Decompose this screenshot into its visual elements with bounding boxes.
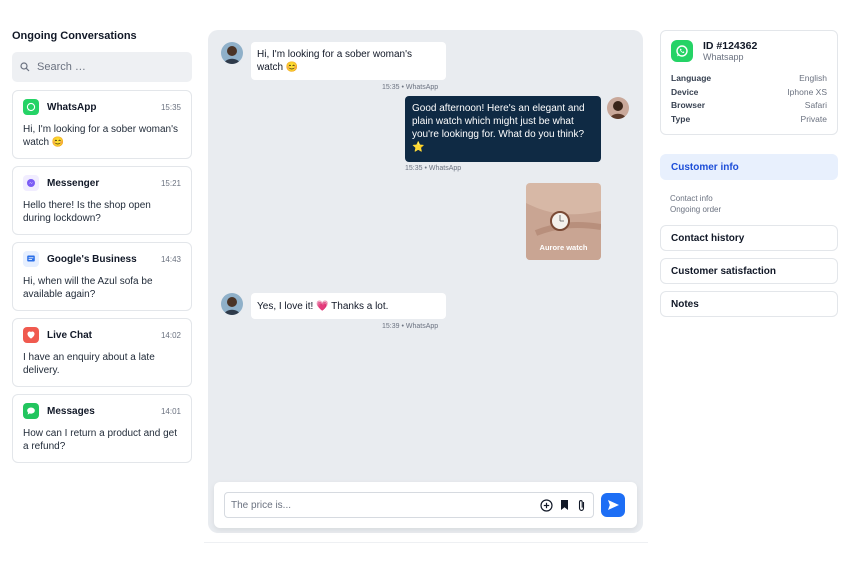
whatsapp-icon — [23, 99, 39, 115]
conversation-preview: I have an enquiry about a late delivery. — [23, 352, 155, 376]
conversation-item-google-business[interactable]: Google's Business 14:43 Hi, when will th… — [12, 242, 192, 311]
conversation-time: 15:35 — [160, 102, 181, 112]
conversation-channel: Live Chat — [47, 329, 93, 341]
search-placeholder: Search … — [37, 61, 86, 73]
whatsapp-icon — [671, 40, 693, 62]
conversation-item-live-chat[interactable]: Live Chat 14:02 I have an enquiry about … — [12, 318, 192, 387]
conversation-time: 14:02 — [160, 330, 181, 340]
send-icon — [607, 500, 619, 510]
send-button[interactable] — [601, 493, 625, 517]
live-chat-icon — [23, 327, 39, 343]
contact-history-tab[interactable]: Contact history — [660, 225, 838, 251]
search-icon — [20, 62, 30, 72]
field-label: Type — [671, 113, 691, 124]
customer-field-device: Device Iphone XS — [671, 86, 827, 100]
ongoing-order-link[interactable]: Ongoing order — [670, 204, 828, 215]
customer-card: ID #124362 Whatsapp Language English Dev… — [660, 30, 838, 135]
customer-satisfaction-tab[interactable]: Customer satisfaction — [660, 258, 838, 284]
customer-channel: Whatsapp — [703, 52, 744, 62]
conversation-time: 14:01 — [160, 406, 181, 416]
message-bubble-outgoing: Good afternoon! Here's an elegant and pl… — [405, 96, 601, 162]
customer-avatar — [221, 293, 243, 315]
product-image[interactable]: Aurore watch — [526, 183, 601, 260]
message-meta: 15:39 • WhatsApp — [382, 323, 439, 330]
field-label: Language — [671, 73, 712, 83]
google-business-icon — [23, 251, 39, 267]
customer-info-content: Contact info Ongoing order — [660, 187, 838, 225]
bookmark-icon[interactable] — [559, 499, 570, 511]
conversation-time: 15:21 — [160, 178, 181, 188]
conversation-preview: Hi, when will the Azul sofa be available… — [23, 276, 153, 300]
chat-panel: Hi, I'm looking for a sober woman's watc… — [208, 30, 643, 533]
field-value: Safari — [804, 100, 827, 110]
message-bubble-incoming: Yes, I love it! 💗 Thanks a lot. — [251, 293, 446, 319]
conversation-channel: WhatsApp — [47, 101, 97, 113]
divider — [204, 542, 648, 543]
add-icon[interactable] — [540, 498, 553, 512]
conversation-list: Ongoing Conversations Search … WhatsApp … — [12, 30, 192, 470]
field-value: Iphone XS — [787, 86, 827, 97]
conversation-channel: Google's Business — [47, 253, 137, 265]
conversation-channel: Messages — [47, 405, 95, 417]
conversation-channel: Messenger — [47, 177, 100, 189]
conversation-list-title: Ongoing Conversations — [12, 30, 137, 42]
message-composer: The price is... — [214, 482, 637, 528]
message-bubble-incoming: Hi, I'm looking for a sober woman's watc… — [251, 42, 446, 80]
field-label: Browser — [671, 100, 706, 110]
attachment-icon[interactable] — [576, 499, 587, 512]
message-input[interactable]: The price is... — [224, 492, 594, 518]
conversation-item-messages[interactable]: Messages 14:01 How can I return a produc… — [12, 394, 192, 463]
product-image-caption: Aurore watch — [539, 243, 588, 252]
search-input[interactable]: Search … — [12, 52, 192, 82]
conversation-preview: Hi, I'm looking for a sober woman's watc… — [23, 124, 178, 148]
conversation-item-whatsapp[interactable]: WhatsApp 15:35 Hi, I'm looking for a sob… — [12, 90, 192, 159]
field-value: English — [799, 73, 827, 83]
message-meta: 15:35 • WhatsApp — [382, 84, 439, 91]
customer-field-browser: Browser Safari — [671, 99, 827, 113]
field-value: Private — [800, 113, 827, 124]
page: Ongoing Conversations Search … WhatsApp … — [0, 0, 850, 567]
messenger-icon — [23, 175, 39, 191]
agent-avatar — [607, 97, 629, 119]
conversation-preview: How can I return a product and get a ref… — [23, 428, 177, 452]
conversation-preview: Hello there! Is the shop open during loc… — [23, 200, 151, 224]
customer-avatar — [221, 42, 243, 64]
message-meta: 15:35 • WhatsApp — [405, 165, 462, 172]
conversation-time: 14:43 — [160, 254, 181, 264]
notes-tab[interactable]: Notes — [660, 291, 838, 317]
details-accordion: Customer info Contact info Ongoing order… — [660, 154, 838, 317]
message-input-placeholder: The price is... — [231, 499, 292, 511]
customer-id: ID #124362 — [703, 40, 758, 52]
conversation-item-messenger[interactable]: Messenger 15:21 Hello there! Is the shop… — [12, 166, 192, 235]
field-label: Device — [671, 86, 699, 97]
contact-info-link[interactable]: Contact info — [670, 193, 828, 204]
customer-field-type: Type Private — [671, 113, 827, 127]
customer-field-language: Language English — [671, 72, 827, 86]
customer-details: ID #124362 Whatsapp Language English Dev… — [660, 30, 838, 324]
messages-icon — [23, 403, 39, 419]
customer-info-tab[interactable]: Customer info — [660, 154, 838, 180]
